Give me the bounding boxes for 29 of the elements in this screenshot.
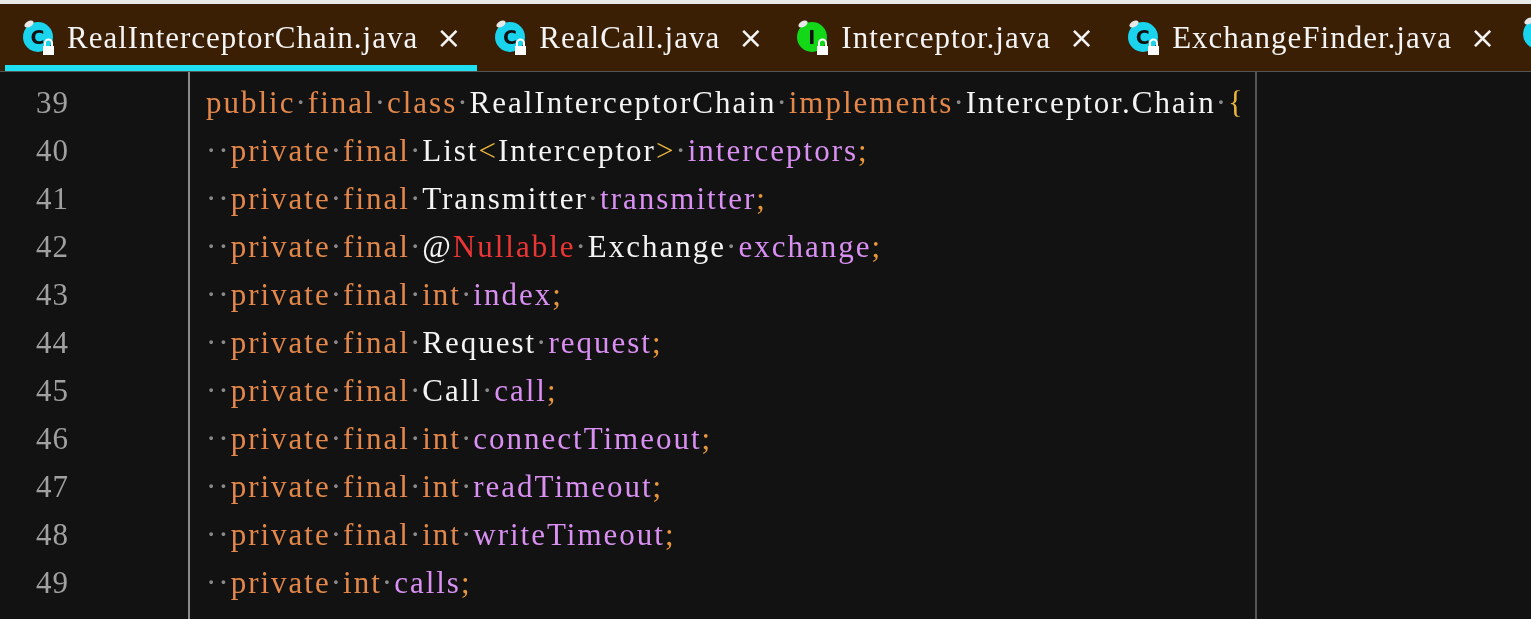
code-line: ··private·final·List<Interceptor>·interceptors;	[206, 132, 870, 170]
line-number: 43	[35, 276, 70, 314]
line-number: 46	[35, 420, 70, 458]
editor-tab[interactable]: C ExchangeFinder.java ×	[1110, 4, 1512, 71]
close-tab-button[interactable]: ×	[734, 20, 768, 55]
editor-tab[interactable]: C RealCall.java ×	[477, 4, 780, 71]
editor-tab[interactable]: I Interceptor.java ×	[779, 4, 1111, 71]
code-line: ··private·final·Call·call;	[206, 372, 559, 410]
line-number: 41	[35, 180, 70, 218]
close-tab-button[interactable]: ×	[432, 20, 466, 55]
code-line: ··private·final·int·readTimeout;	[206, 468, 665, 506]
close-tab-button[interactable]: ×	[1466, 20, 1500, 55]
code-line: public·final·class·RealInterceptorChain·implements·Interceptor.Chain·{	[206, 84, 1246, 122]
code-line: ··private·final·Transmitter·transmitter;	[206, 180, 768, 218]
line-number: 45	[35, 372, 70, 410]
code-line: ··private·int·calls;	[206, 564, 473, 602]
line-number: 48	[35, 516, 70, 554]
code-line: ··private·final·Request·request;	[206, 324, 664, 362]
close-tab-button[interactable]: ×	[1065, 20, 1099, 55]
code-line: ··private·final·int·index;	[206, 276, 564, 314]
line-number: 40	[35, 132, 70, 170]
line-number: 44	[35, 324, 70, 362]
code-line: ··private·final·int·writeTimeout;	[206, 516, 677, 554]
code-line: ··private·final·@Nullable·Exchange·exchange;	[206, 228, 884, 266]
code-line: ··private·final·int·connectTimeout;	[206, 420, 714, 458]
line-number: 39	[35, 84, 70, 122]
line-number: 49	[35, 564, 70, 602]
line-number: 42	[35, 228, 70, 266]
line-number: 47	[35, 468, 70, 506]
